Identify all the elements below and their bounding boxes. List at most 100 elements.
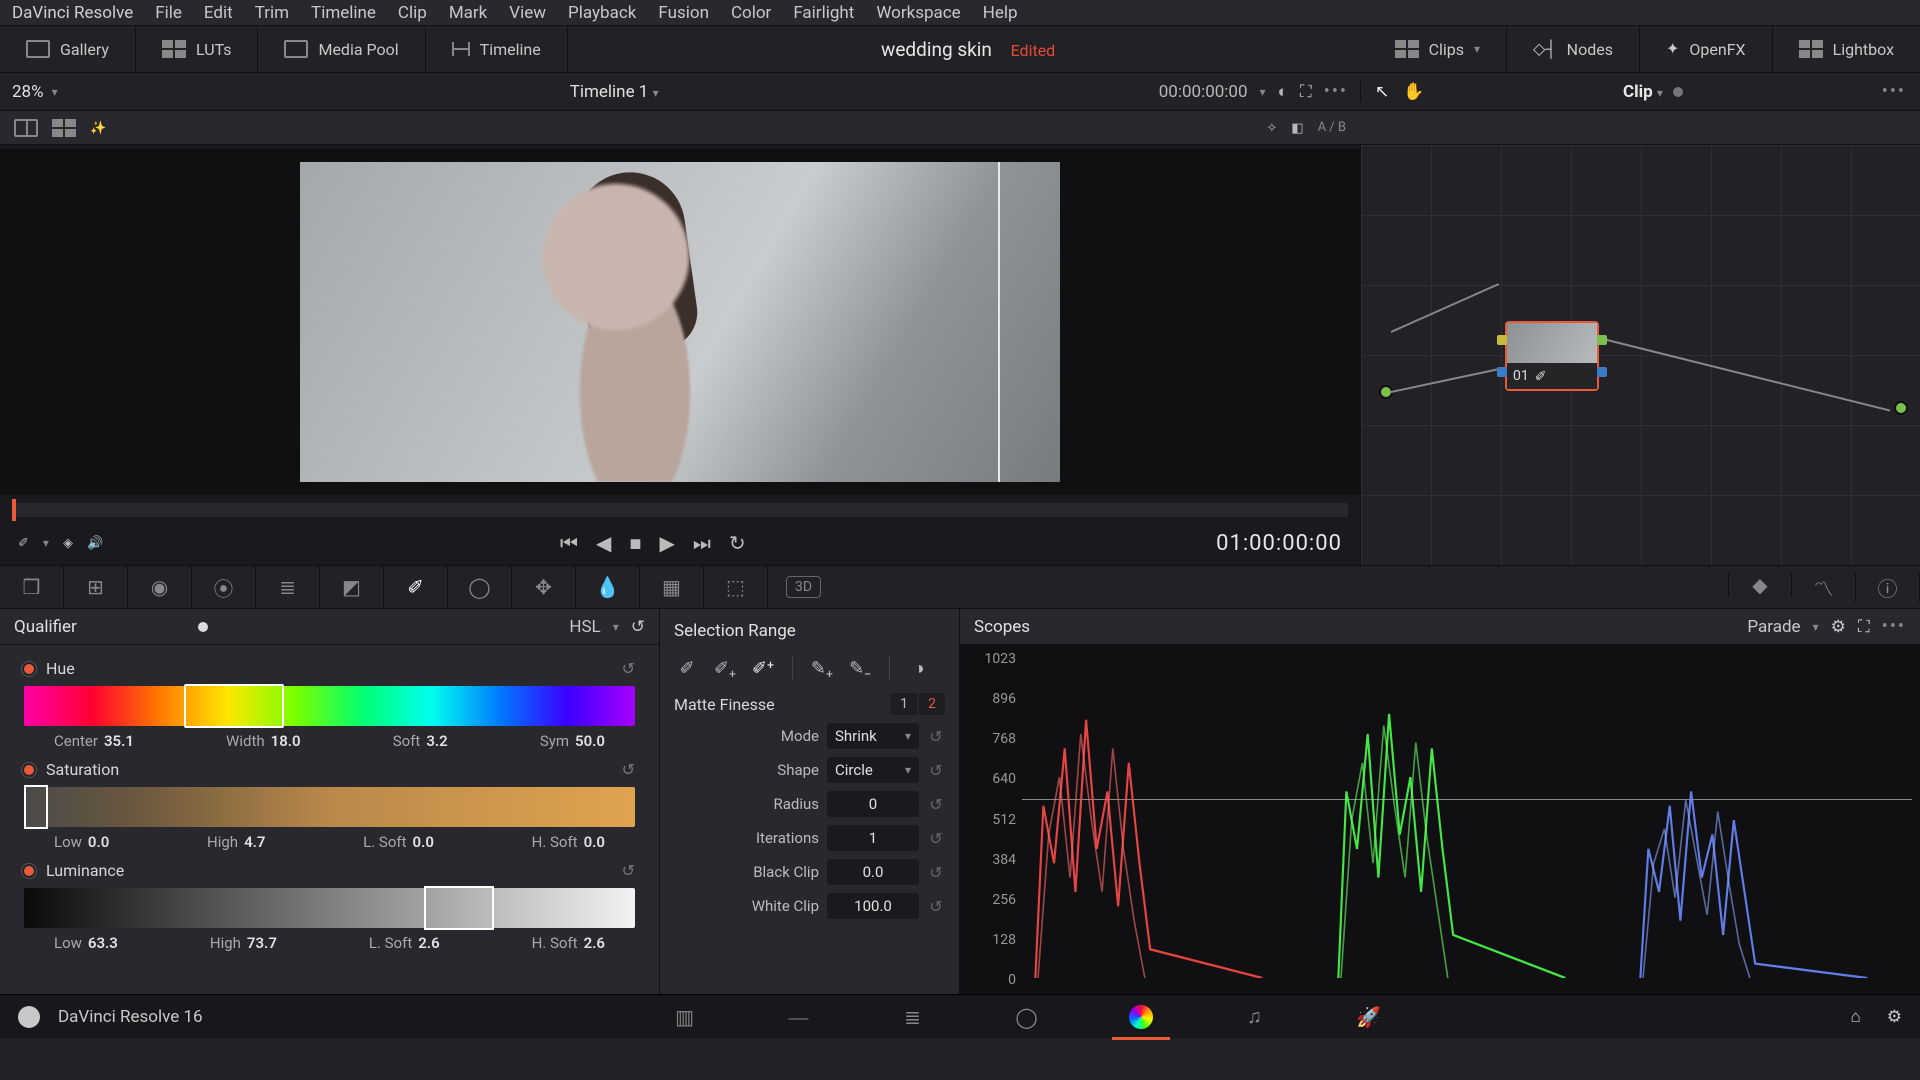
node-input-alpha[interactable] [1497, 367, 1507, 377]
reset-icon[interactable]: ↺ [927, 897, 945, 916]
unmix-icon[interactable]: ◈ [63, 535, 73, 551]
menu-help[interactable]: Help [983, 3, 1018, 23]
wheels-icon[interactable]: ◉ [128, 566, 192, 608]
invert-icon[interactable]: ◑ [906, 655, 932, 681]
3d-icon[interactable]: 3D [786, 576, 821, 598]
record-timecode[interactable]: 01:00:00:00 [1216, 531, 1342, 556]
scrub-bar[interactable] [12, 503, 1348, 517]
sat-selection[interactable] [24, 785, 48, 829]
hue-sym-value[interactable]: 50.0 [575, 732, 605, 750]
sat-bar[interactable] [24, 787, 635, 827]
lum-low-value[interactable]: 63.3 [88, 934, 118, 952]
expand-icon[interactable]: ⛶ [1300, 82, 1312, 102]
more-icon[interactable]: ••• [1882, 81, 1906, 102]
reset-icon[interactable]: ↺ [927, 863, 945, 882]
highlight-icon[interactable]: ✧ [1266, 120, 1277, 136]
node-output-icon[interactable] [1894, 401, 1908, 415]
lum-selection[interactable] [424, 886, 494, 930]
menu-fusion[interactable]: Fusion [658, 3, 709, 23]
menu-playback[interactable]: Playback [568, 3, 636, 23]
sat-lsoft-value[interactable]: 0.0 [413, 833, 434, 851]
zoom-select[interactable]: 28%▾ [0, 82, 70, 102]
menu-edit[interactable]: Edit [204, 3, 233, 23]
luts-button[interactable]: LUTs [152, 26, 241, 72]
mute-icon[interactable]: 🔊 [87, 535, 103, 551]
hue-bar[interactable] [24, 686, 635, 726]
last-frame-button[interactable]: ⏭ [693, 531, 711, 556]
scopes-icon[interactable]: 〽 [1792, 573, 1856, 602]
pointer-icon[interactable]: ↖ [1375, 82, 1389, 102]
edit-page-icon[interactable]: ≣ [896, 1003, 930, 1031]
loop-button[interactable]: ↻ [729, 531, 746, 556]
feather-add-icon[interactable]: ✎₊ [809, 655, 835, 681]
viewer-canvas[interactable] [0, 149, 1360, 495]
reset-icon[interactable]: ↺ [927, 795, 945, 814]
bypass-icon[interactable]: ◐ [1278, 82, 1288, 102]
reset-icon[interactable]: ↺ [622, 760, 635, 779]
sat-high-value[interactable]: 4.7 [244, 833, 265, 851]
sat-low-value[interactable]: 0.0 [88, 833, 109, 851]
mf-shape-select[interactable]: Circle▾ [827, 757, 919, 783]
reset-icon[interactable]: ↺ [622, 861, 635, 880]
qualifier-mode[interactable]: HSL [569, 617, 600, 637]
mf-mode-select[interactable]: Shrink▾ [827, 723, 919, 749]
reset-icon[interactable]: ↺ [631, 617, 645, 637]
menu-color[interactable]: Color [731, 3, 771, 23]
gallery-button[interactable]: Gallery [16, 26, 119, 72]
hue-width-value[interactable]: 18.0 [271, 732, 301, 750]
clips-button[interactable]: Clips▾ [1385, 26, 1490, 72]
feather-sub-icon[interactable]: ✎₋ [847, 655, 873, 681]
menu-file[interactable]: File [155, 3, 182, 23]
menu-app[interactable]: DaVinci Resolve [12, 3, 133, 23]
hue-center-value[interactable]: 35.1 [104, 732, 134, 750]
picker-add-icon[interactable]: ✐₊ [712, 655, 738, 681]
nodes-button[interactable]: ◇┤Nodes [1523, 26, 1623, 72]
timeline-select[interactable]: Timeline 1 ▾ [70, 82, 1159, 102]
lum-high-value[interactable]: 73.7 [247, 934, 277, 952]
node-editor[interactable]: 01✐ [1360, 145, 1920, 565]
lightbox-button[interactable]: Lightbox [1789, 26, 1904, 72]
node-scope-label[interactable]: Clip [1623, 82, 1653, 102]
scope-settings-icon[interactable]: ⚙ [1831, 617, 1846, 637]
mf-iter-value[interactable]: 1 [827, 825, 919, 851]
color-match-icon[interactable]: ⊞ [64, 566, 128, 608]
split-screen-icon[interactable]: ◧ [1291, 120, 1303, 136]
mediapool-button[interactable]: Media Pool [274, 26, 408, 72]
lum-enable-dot[interactable] [24, 866, 34, 876]
home-icon[interactable]: ⌂ [1850, 1007, 1860, 1027]
rgb-mixer-icon[interactable]: ≣ [256, 566, 320, 608]
curves-icon[interactable]: ◩ [320, 566, 384, 608]
fairlight-page-icon[interactable]: ♫ [1238, 1003, 1272, 1031]
expand-icon[interactable]: ⛶ [1858, 617, 1870, 637]
ab-label[interactable]: A / B [1318, 120, 1346, 135]
deliver-page-icon[interactable]: 🚀 [1352, 1003, 1386, 1031]
blur-icon[interactable]: 💧 [576, 566, 640, 608]
node-input-rgb[interactable] [1497, 335, 1507, 345]
media-page-icon[interactable]: ▥ [668, 1003, 702, 1031]
source-timecode[interactable]: 00:00:00:00 [1159, 82, 1248, 102]
keyframes-icon[interactable]: ◆ [1728, 573, 1792, 597]
fusion-page-icon[interactable]: ◯ [1010, 1003, 1044, 1031]
scopes-mode[interactable]: Parade [1747, 617, 1800, 637]
lum-bar[interactable] [24, 888, 635, 928]
menu-clip[interactable]: Clip [398, 3, 427, 23]
timeline-button[interactable]: Timeline [442, 26, 551, 72]
sat-hsoft-value[interactable]: 0.0 [584, 833, 605, 851]
menu-workspace[interactable]: Workspace [876, 3, 960, 23]
picker-sub-icon[interactable]: ✐⁺ [750, 655, 776, 681]
camera-raw-icon[interactable]: ❒ [0, 566, 64, 608]
reset-icon[interactable]: ↺ [622, 659, 635, 678]
image-wipe-icon[interactable]: ✨ [90, 120, 106, 136]
key-icon[interactable]: ▦ [640, 566, 704, 608]
picker-sample-icon[interactable]: ✐ [674, 655, 700, 681]
lum-hsoft-value[interactable]: 2.6 [584, 934, 605, 952]
more-icon[interactable]: ••• [1882, 616, 1906, 637]
hue-soft-value[interactable]: 3.2 [426, 732, 447, 750]
openfx-button[interactable]: ✦OpenFX [1656, 26, 1756, 72]
node-01[interactable]: 01✐ [1505, 321, 1599, 391]
qualifier-icon[interactable]: ✐ [384, 566, 448, 608]
hue-enable-dot[interactable] [24, 664, 34, 674]
menu-fairlight[interactable]: Fairlight [793, 3, 854, 23]
more-icon[interactable]: ••• [1324, 81, 1348, 102]
mf-white-value[interactable]: 100.0 [827, 893, 919, 919]
